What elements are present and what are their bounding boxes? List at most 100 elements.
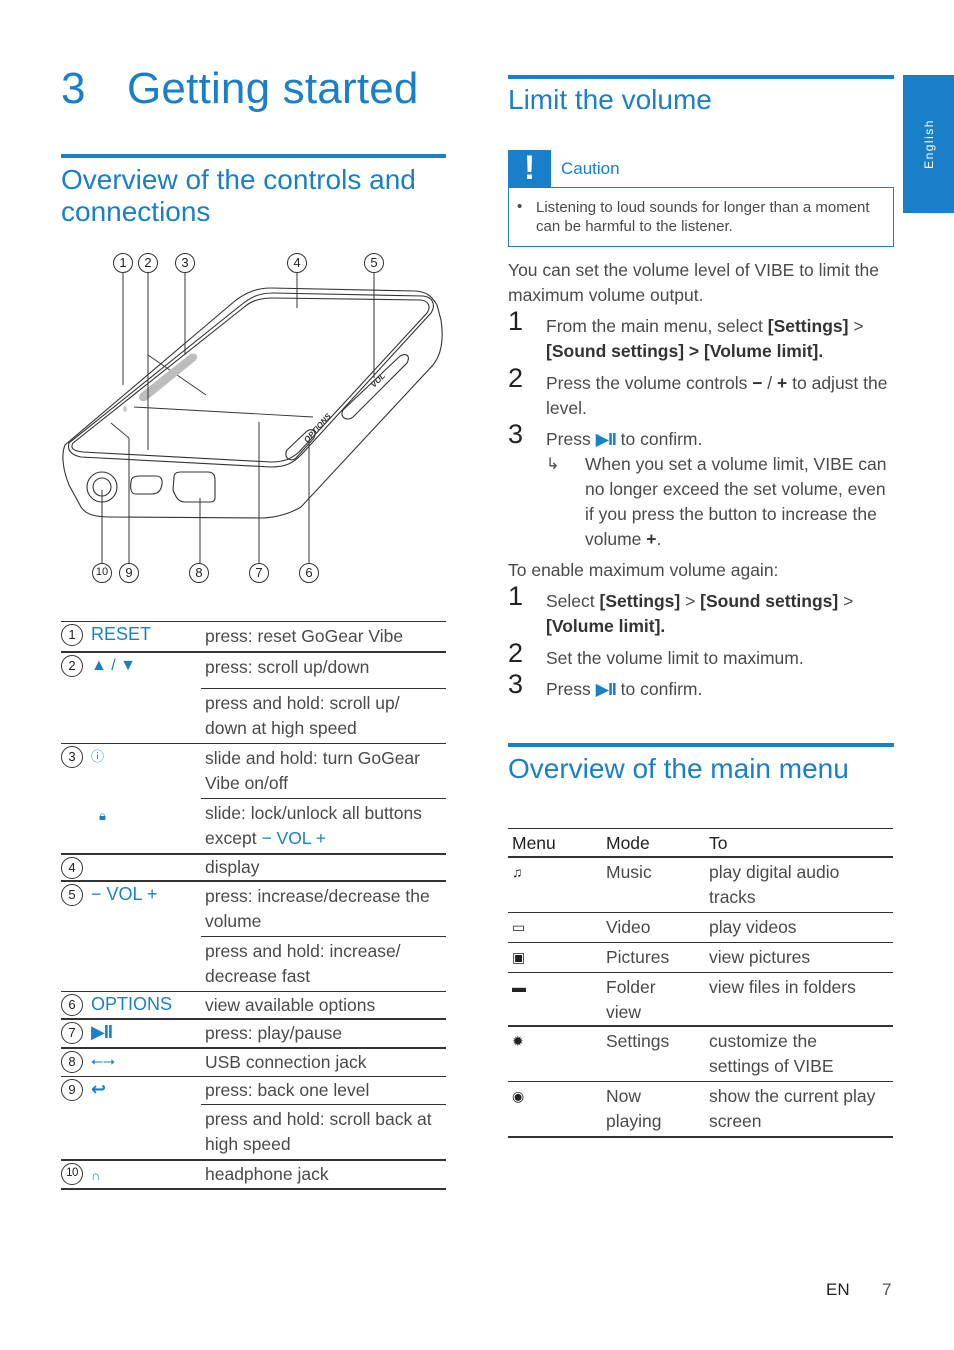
row-number: 10 <box>61 1162 83 1185</box>
to-cell: play videos <box>709 916 797 937</box>
result-text-part: When you set a volume limit, VIBE can no… <box>585 454 887 549</box>
table-row: 8 ⭠⭢ USB connection jack <box>61 1049 446 1076</box>
result-text-part: . <box>656 529 662 549</box>
callout-4: 4 <box>287 253 307 273</box>
row-description: press: increase/decrease the volume <box>205 885 430 931</box>
callout-9: 9 <box>119 563 139 583</box>
header-menu: Menu <box>512 833 556 854</box>
minus-icon: − <box>752 373 763 393</box>
mode-cell: Settings <box>606 1030 670 1051</box>
enable-intro: To enable maximum volume again: <box>508 560 779 580</box>
caution-text: Listening to loud sounds for longer than… <box>536 199 870 235</box>
play-pause-icon: ▶II <box>595 679 617 699</box>
row-description: press: play/pause <box>205 1023 343 1044</box>
table-row: ◉ Now playing show the current play scre… <box>508 1082 893 1136</box>
step-text: Select [Settings] > [Sound settings] > [… <box>546 589 894 639</box>
power-icon: ⓘ <box>91 749 105 765</box>
row-number: 2 <box>61 654 83 677</box>
to-cell: customize the settings of VIBE <box>709 1030 834 1076</box>
controls-table: 1 RESET press: reset GoGear Vibe 2 ▲ / ▼ p… <box>61 621 446 1190</box>
mode-cell: Music <box>606 861 652 882</box>
callout-5: 5 <box>364 253 384 273</box>
step-number: 1 <box>508 581 524 611</box>
separator: / <box>762 373 778 393</box>
section-title-main-menu: Overview of the main menu <box>508 753 849 784</box>
step-item: 3 Press ▶II to confirm. <box>508 421 894 452</box>
row-number: 1 <box>61 624 83 647</box>
up-down-arrows-icon: ▲ / ▼ <box>91 656 137 674</box>
step-text-part: to confirm. <box>615 679 703 699</box>
caution-frame: • Listening to loud sounds for longer th… <box>508 187 894 247</box>
device-illustration: OPTIONS VOL <box>62 273 443 563</box>
header-to: To <box>709 833 728 854</box>
callout-2: 2 <box>138 253 158 273</box>
play-pause-icon: ▶II <box>595 429 617 449</box>
step-text: Set the volume limit to maximum. <box>546 648 804 668</box>
menu-path-settings: [Settings] <box>767 316 849 336</box>
table-row: ▭ Video play videos <box>508 913 893 942</box>
row-description: press: back one level <box>205 1079 370 1100</box>
table-row: 🔒︎ slide: lock/unlock all buttons except… <box>61 799 446 853</box>
row-description: view available options <box>205 995 376 1016</box>
row-number: 4 <box>61 857 83 880</box>
separator: > <box>848 316 864 336</box>
step-item: 2 Set the volume limit to maximum. <box>508 640 894 671</box>
row-description: slide: lock/unlock all buttons except − … <box>205 799 446 853</box>
step-item: 2 Press the volume controls − / + to adj… <box>508 365 894 421</box>
header-mode: Mode <box>606 833 650 854</box>
step-number: 2 <box>508 363 524 393</box>
footer-language: EN <box>826 1280 850 1299</box>
headphone-icon: ∩ <box>91 1167 101 1183</box>
result-text: When you set a volume limit, VIBE can no… <box>585 452 895 552</box>
result-arrow-icon: ↳ <box>546 456 560 473</box>
table-rule <box>508 1136 893 1139</box>
row-description: press and hold: scroll up/ down at high … <box>205 692 400 738</box>
row-number: 8 <box>61 1050 83 1073</box>
callout-8: 8 <box>189 563 209 583</box>
step-text: Press ▶II to confirm. <box>546 427 894 452</box>
music-icon: ♫ <box>512 863 523 880</box>
usb-icon: ⭠⭢ <box>91 1052 116 1070</box>
warning-icon: ! <box>508 150 551 187</box>
row-number: 9 <box>61 1078 83 1101</box>
step-text: Press the volume controls − / + to adjus… <box>546 371 894 421</box>
step-text-part: Press <box>546 429 596 449</box>
lock-icon: 🔒︎ <box>99 808 106 824</box>
menu-path-volume-limit: [Sound settings] > [Volume limit]. <box>546 341 824 361</box>
mode-cell: Pictures <box>606 947 670 968</box>
step-text: Press ▶II to confirm. <box>546 677 894 702</box>
caution-label: Caution <box>561 159 620 178</box>
table-row: 5 − VOL + press: increase/decrease the vo… <box>61 882 446 991</box>
menu-path-settings: [Settings] <box>599 591 681 611</box>
row-description: press: reset GoGear Vibe <box>205 626 404 647</box>
table-row: 7 ▶II press: play/pause <box>61 1020 446 1047</box>
table-row: 4 display <box>61 855 446 880</box>
to-cell: play digital audio tracks <box>709 861 840 907</box>
back-icon: ↩ <box>91 1078 107 1099</box>
step-number: 2 <box>508 638 524 668</box>
step-result: ↳ When you set a volume limit, VIBE can … <box>546 452 896 552</box>
options-label: OPTIONS <box>91 994 173 1015</box>
chapter-title-text: Getting started <box>127 64 419 113</box>
chapter-number: 3 <box>61 64 86 113</box>
table-row: ✹ Settings customize the settings of VIB… <box>508 1027 893 1081</box>
mode-cell: Video <box>606 916 651 937</box>
table-rule <box>61 1187 446 1190</box>
settings-icon: ✹ <box>512 1032 524 1049</box>
limit-intro: You can set the volume level of VIBE to … <box>508 260 879 305</box>
language-label: English <box>921 119 936 169</box>
callout-10: 10 <box>92 563 112 583</box>
step-number: 1 <box>508 306 524 336</box>
step-number: 3 <box>508 419 524 449</box>
to-cell: view pictures <box>709 947 811 968</box>
device-figure: OPTIONS VOL 1 2 3 4 5 10 9 8 7 6 <box>61 245 446 590</box>
row-description: headphone jack <box>205 1163 329 1184</box>
section-title-limit-volume: Limit the volume <box>508 84 712 115</box>
to-cell: view files in folders <box>709 977 856 998</box>
row-description: USB connection jack <box>205 1051 367 1072</box>
row-description: press: scroll up/down <box>205 656 370 677</box>
options-button-label: OPTIONS <box>302 411 333 444</box>
main-menu-table: Menu Mode To ♫ Music play digital audio … <box>508 828 893 1139</box>
table-row: 3 ⓘ slide and hold: turn GoGear Vibe on/o… <box>61 744 446 798</box>
chapter-title: 3 Getting started <box>61 64 419 114</box>
